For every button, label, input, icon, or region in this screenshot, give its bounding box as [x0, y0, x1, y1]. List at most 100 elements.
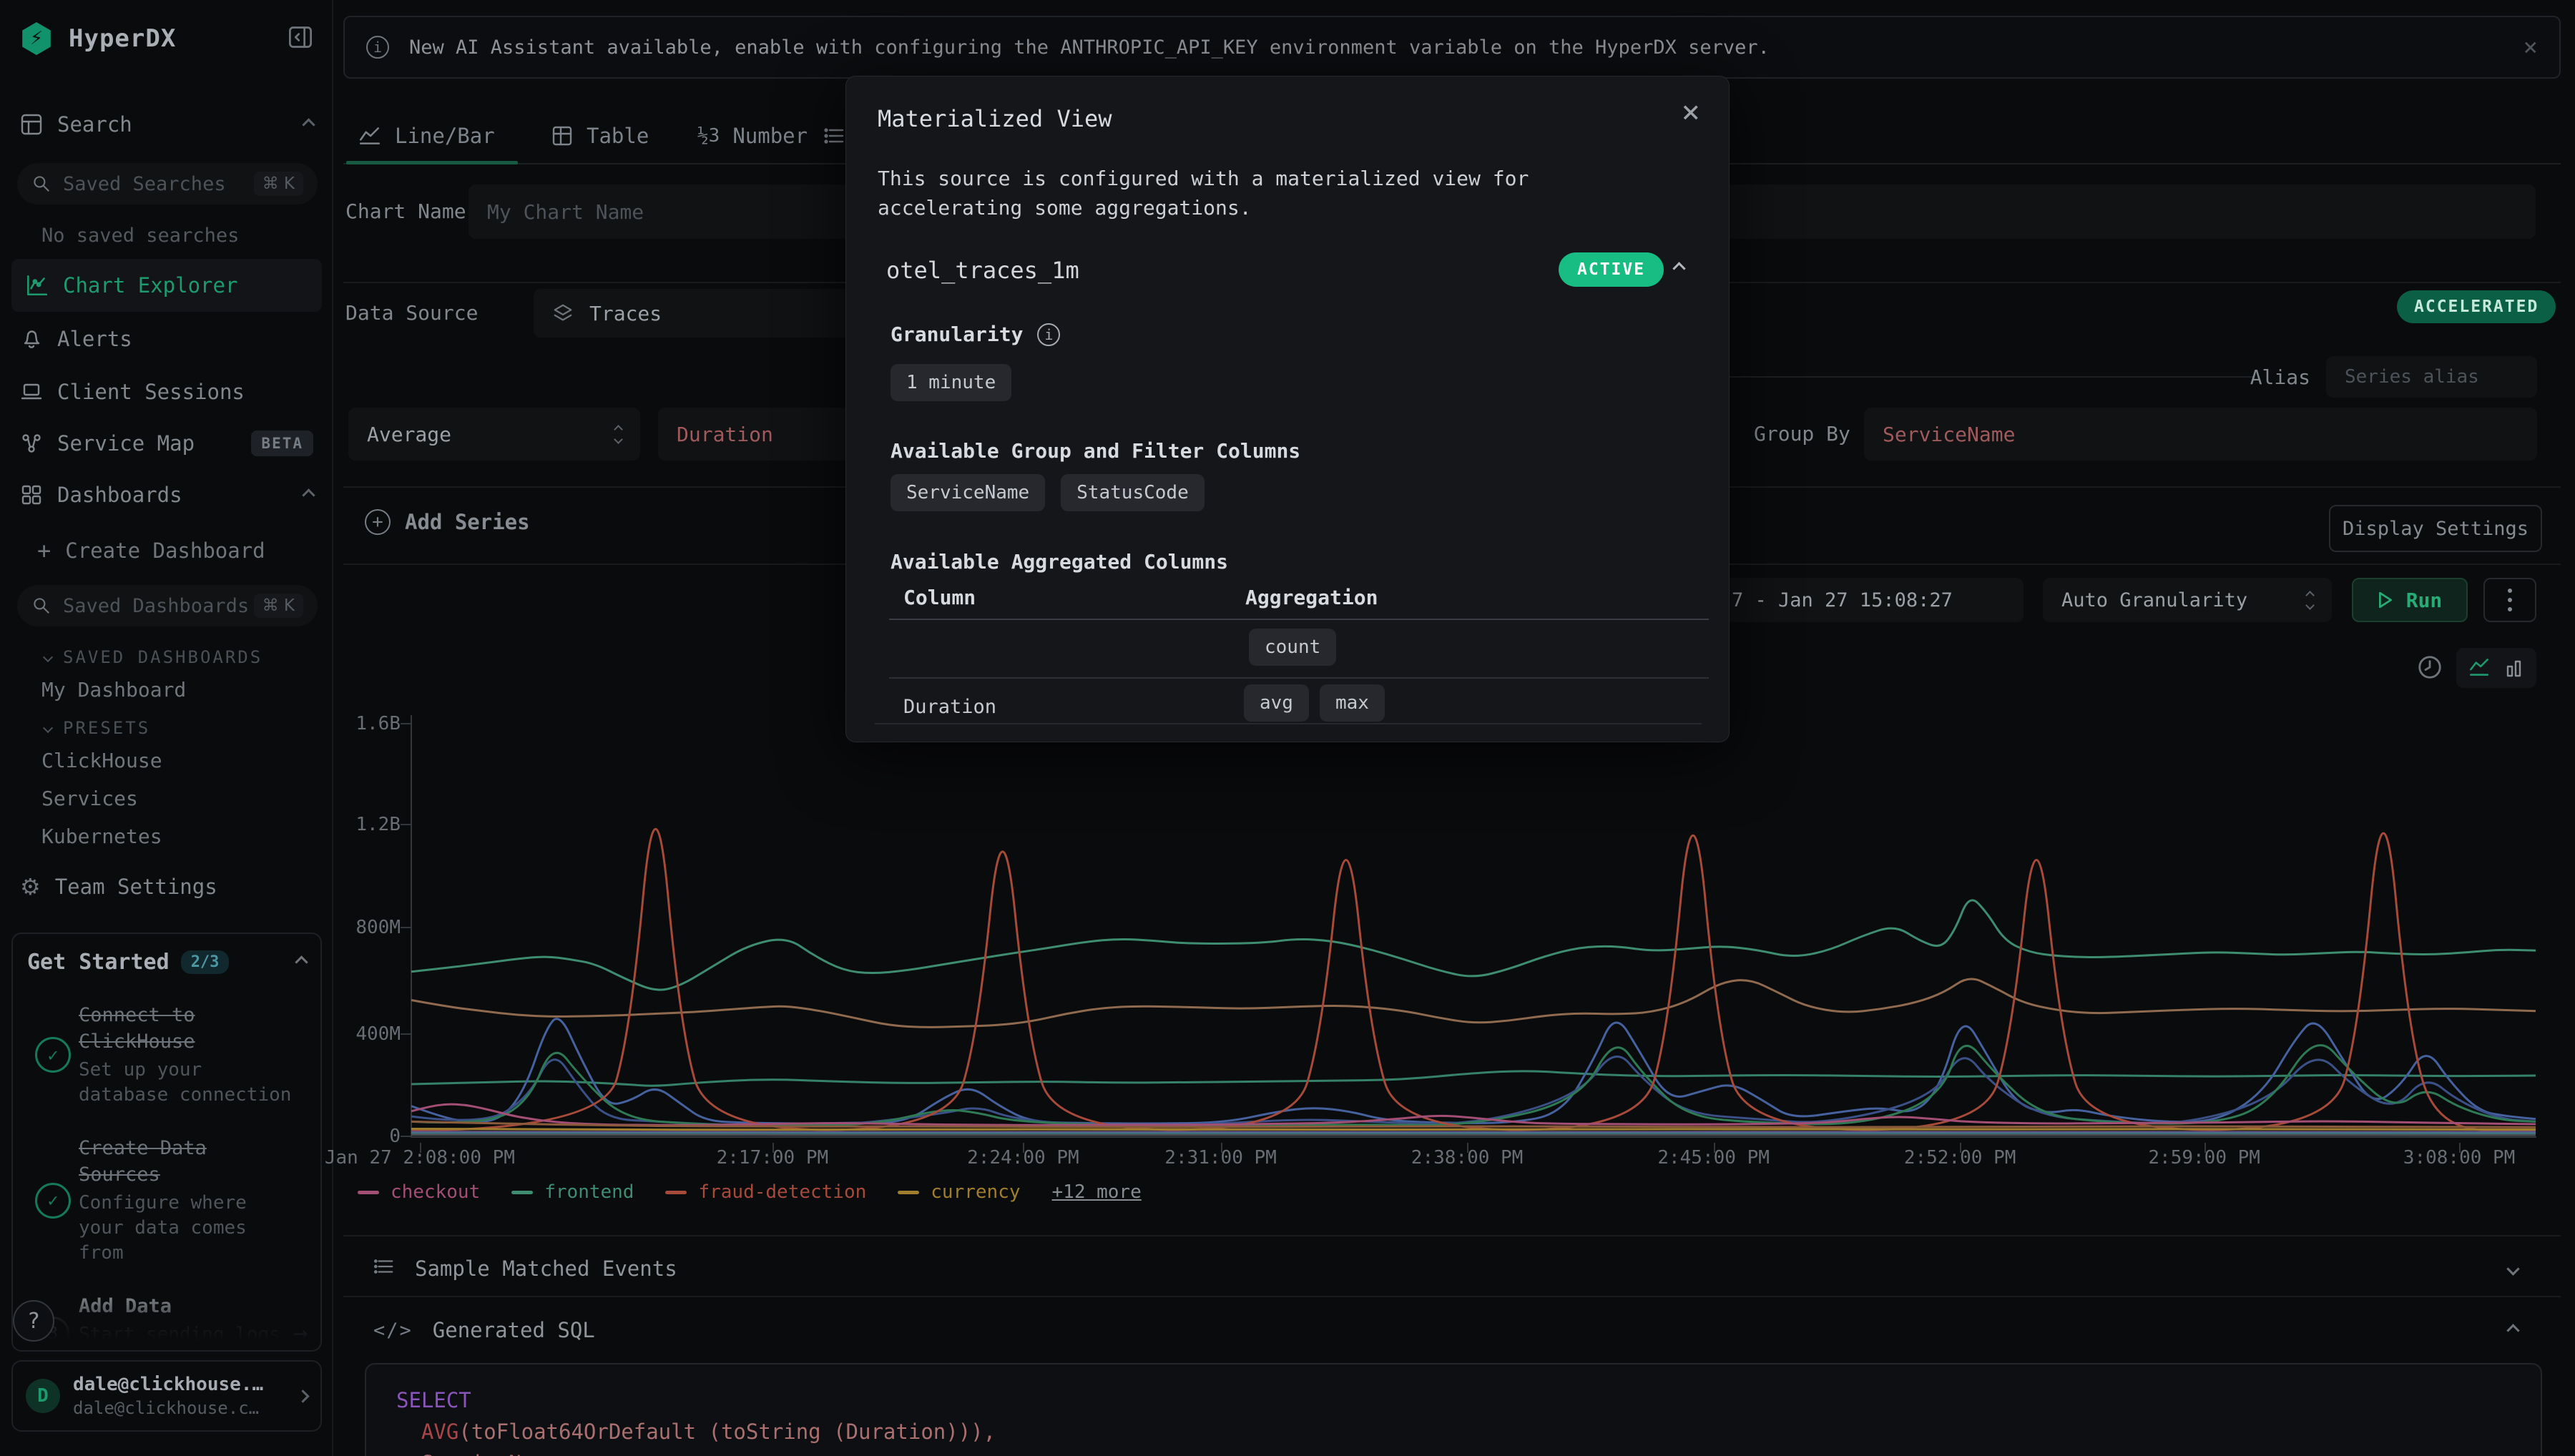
sidebar-item-search[interactable]: Search	[20, 109, 313, 140]
line-chart-icon	[358, 124, 382, 148]
saved-dashboards-input[interactable]: Saved Dashboards ⌘ K	[17, 585, 318, 626]
section-label: Generated SQL	[433, 1318, 595, 1342]
series-line-fraud-detection	[411, 829, 2536, 1131]
tab-number[interactable]: ½3 Number	[697, 114, 808, 157]
legend-label: frontend	[544, 1181, 634, 1203]
get-started-step-connect[interactable]: ✓ Connect to ClickHouse Set up your data…	[27, 1002, 306, 1108]
legend-label: checkout	[391, 1181, 480, 1203]
chevron-up-icon[interactable]	[295, 955, 308, 968]
chevron-up-icon[interactable]	[302, 488, 315, 501]
aggregation-value: Average	[367, 423, 451, 446]
help-button[interactable]: ?	[13, 1300, 54, 1342]
alias-input[interactable]	[2326, 356, 2537, 398]
legend-item[interactable]: checkout	[358, 1181, 480, 1203]
divider	[343, 1235, 2561, 1236]
chevron-down-icon[interactable]	[2506, 1262, 2519, 1275]
chart-canvas[interactable]	[411, 715, 2536, 1137]
sql-line: SELECT	[396, 1384, 2511, 1416]
y-axis-tick: 1.6B	[336, 713, 401, 734]
user-menu[interactable]: D dale@clickhouse.… dale@clickhouse.c…	[11, 1360, 322, 1432]
sidebar-item-label: Alerts	[57, 327, 132, 351]
sql-code-block[interactable]: SELECT AVG(toFloat64OrDefault (toString …	[365, 1363, 2542, 1456]
sidebar-item-team-settings[interactable]: ⚙ Team Settings	[20, 871, 313, 902]
kbd-shortcut: ⌘ K	[254, 594, 303, 618]
select-caret-icon	[615, 426, 622, 443]
legend-swatch	[665, 1191, 687, 1194]
search-icon	[31, 174, 52, 194]
tab-table[interactable]: Table	[551, 114, 649, 157]
legend-label: currency	[931, 1181, 1020, 1203]
sidebar-item-service-map[interactable]: Service Map BETA	[20, 428, 313, 459]
ai-assistant-banner: i New AI Assistant available, enable wit…	[343, 16, 2561, 79]
run-button[interactable]: Run	[2352, 578, 2468, 622]
chevron-up-icon[interactable]	[2506, 1324, 2519, 1337]
date-range-input[interactable]	[1692, 578, 2024, 622]
legend-item[interactable]: frontend	[511, 1181, 634, 1203]
sidebar-item-alerts[interactable]: Alerts	[20, 323, 313, 355]
sidebar-item-dashboards[interactable]: Dashboards	[20, 479, 313, 511]
column-tag: StatusCode	[1061, 474, 1205, 511]
app-title: HyperDX	[69, 24, 176, 53]
x-axis-tick-mark	[1960, 1143, 1961, 1153]
sidebar-item-label: Chart Explorer	[63, 273, 237, 297]
display-settings-button[interactable]: Display Settings	[2329, 505, 2542, 552]
modal-close-icon[interactable]: ×	[1682, 97, 1701, 128]
legend-more-link[interactable]: +12 more	[1052, 1181, 1142, 1203]
chevron-up-icon[interactable]	[302, 118, 315, 131]
add-series-button[interactable]: + Add Series	[365, 509, 530, 535]
bell-icon	[20, 328, 43, 350]
check-circle-icon: ✓	[35, 1183, 71, 1219]
create-dashboard-button[interactable]: + Create Dashboard	[37, 535, 330, 566]
clock-icon[interactable]	[2416, 654, 2443, 684]
materialized-view-modal: Materialized View × This source is confi…	[845, 76, 1730, 742]
sample-matched-events-section[interactable]: Sample Matched Events	[343, 1243, 2561, 1294]
step-desc: Start sending logs, metrics, or traces	[79, 1322, 293, 1352]
bar-chart-toggle-icon[interactable]	[2503, 656, 2526, 679]
generated-sql-section[interactable]: </> Generated SQL	[343, 1304, 2561, 1356]
sidebar-item-client-sessions[interactable]: Client Sessions	[20, 376, 313, 408]
tab-events-partial[interactable]	[823, 114, 845, 157]
more-options-button[interactable]	[2483, 578, 2536, 622]
legend-item[interactable]: fraud-detection	[665, 1181, 866, 1203]
avatar: D	[26, 1379, 60, 1413]
group-label: PRESETS	[63, 718, 150, 738]
banner-close-icon[interactable]: ×	[2524, 33, 2538, 62]
series-line-series-teal-low	[411, 1071, 2536, 1086]
step-desc: Set up your database connection	[79, 1058, 293, 1108]
get-started-step-add-data[interactable]: 3 Add Data Start sending logs, metrics, …	[27, 1293, 306, 1352]
arrow-right-icon: →	[293, 1319, 308, 1347]
sidebar: ⚡ HyperDX Search Saved Searches ⌘ K No s…	[0, 0, 333, 1456]
sidebar-item-label: Client Sessions	[57, 380, 245, 404]
sidebar-item-kubernetes[interactable]: Kubernetes	[41, 825, 162, 848]
tab-line-bar[interactable]: Line/Bar	[358, 114, 495, 157]
granularity-select[interactable]: Auto Granularity	[2043, 578, 2332, 622]
display-settings-label: Display Settings	[2343, 518, 2529, 540]
sidebar-item-my-dashboard[interactable]: My Dashboard	[41, 678, 186, 702]
sidebar-item-services[interactable]: Services	[41, 787, 138, 810]
line-chart-toggle-icon[interactable]	[2467, 656, 2491, 680]
x-axis-tick-mark	[1221, 1143, 1222, 1153]
active-tab-underline	[346, 161, 518, 164]
divider	[343, 1296, 2561, 1297]
granularity-value-tag: 1 minute	[891, 364, 1011, 401]
sidebar-collapse-icon[interactable]	[288, 24, 313, 53]
group-filter-header: Available Group and Filter Columns	[891, 439, 1300, 463]
info-icon: i	[366, 36, 389, 59]
group-by-label: Group By	[1754, 408, 1850, 461]
presets-group[interactable]: PRESETS	[44, 718, 150, 738]
info-icon[interactable]: i	[1037, 323, 1060, 346]
group-by-input[interactable]	[1864, 408, 2537, 461]
sidebar-item-clickhouse[interactable]: ClickHouse	[41, 749, 162, 772]
series-line-series-blue	[411, 1019, 2536, 1123]
aggregation-select[interactable]: Average	[348, 408, 640, 461]
get-started-step-sources[interactable]: ✓ Create Data Sources Configure where yo…	[27, 1135, 306, 1266]
chart-type-toggle	[2456, 648, 2536, 688]
sidebar-item-chart-explorer[interactable]: Chart Explorer	[11, 259, 322, 312]
get-started-header[interactable]: Get Started 2/3	[27, 950, 306, 975]
chevron-up-icon[interactable]	[1672, 262, 1685, 275]
legend-item[interactable]: currency	[898, 1181, 1020, 1203]
saved-dashboards-group[interactable]: SAVED DASHBOARDS	[44, 647, 263, 667]
saved-searches-input[interactable]: Saved Searches ⌘ K	[17, 163, 318, 205]
group-filter-tags: ServiceName StatusCode	[891, 474, 1205, 511]
data-source-value: Traces	[589, 302, 662, 325]
